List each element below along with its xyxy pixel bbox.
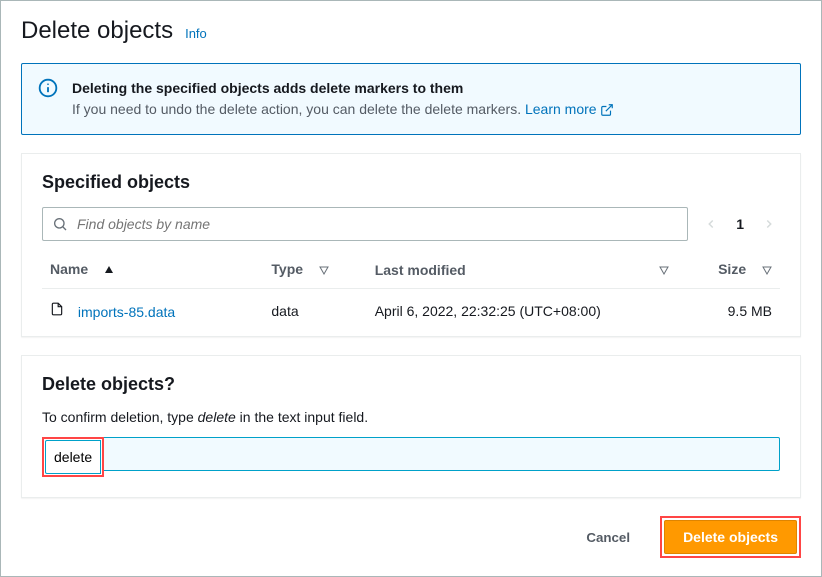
confirm-input-extension[interactable] (104, 437, 780, 471)
cell-type: data (263, 289, 366, 333)
banner-desc: If you need to undo the delete action, y… (72, 99, 614, 120)
banner-title: Deleting the specified objects adds dele… (72, 78, 614, 99)
specified-objects-title: Specified objects (42, 172, 780, 193)
confirm-input[interactable] (45, 440, 101, 474)
chevron-left-icon (704, 217, 718, 231)
col-modified[interactable]: Last modified (367, 251, 677, 289)
learn-more-link[interactable]: Learn more (525, 101, 614, 117)
specified-objects-panel: Specified objects 1 Name (21, 153, 801, 337)
search-row: 1 (42, 207, 780, 241)
banner-desc-text: If you need to undo the delete action, y… (72, 101, 525, 117)
cancel-button[interactable]: Cancel (572, 522, 644, 553)
sort-icon (762, 262, 772, 278)
table-row: imports-85.data data April 6, 2022, 22:3… (42, 289, 780, 333)
info-icon (38, 78, 58, 120)
confirm-input-row (42, 437, 780, 477)
col-type[interactable]: Type (263, 251, 366, 289)
footer: Cancel Delete objects (21, 516, 801, 558)
col-size[interactable]: Size (677, 251, 780, 289)
col-name[interactable]: Name (42, 251, 263, 289)
cell-size: 9.5 MB (677, 289, 780, 333)
info-banner: Deleting the specified objects adds dele… (21, 63, 801, 135)
header: Delete objects Info (21, 17, 801, 45)
objects-table: Name Type Last modified (42, 251, 780, 332)
cell-modified: April 6, 2022, 22:32:25 (UTC+08:00) (367, 289, 677, 333)
page-title: Delete objects (21, 17, 173, 45)
search-box (42, 207, 688, 241)
chevron-right-icon (762, 217, 776, 231)
highlight-box-button: Delete objects (660, 516, 801, 558)
sort-icon (319, 262, 329, 278)
page-number: 1 (736, 216, 744, 232)
confirm-panel: Delete objects? To confirm deletion, typ… (21, 355, 801, 498)
file-icon (50, 301, 64, 320)
table-header-row: Name Type Last modified (42, 251, 780, 289)
search-input[interactable] (42, 207, 688, 241)
confirm-title: Delete objects? (42, 374, 780, 395)
next-page-button[interactable] (758, 213, 780, 235)
highlight-box (42, 437, 104, 477)
object-name-link[interactable]: imports-85.data (78, 304, 175, 320)
confirm-desc: To confirm deletion, type delete in the … (42, 409, 780, 425)
cell-name: imports-85.data (42, 289, 263, 333)
info-link[interactable]: Info (185, 26, 207, 41)
prev-page-button[interactable] (700, 213, 722, 235)
delete-objects-button[interactable]: Delete objects (664, 520, 797, 554)
search-icon (52, 216, 68, 232)
pager: 1 (700, 213, 780, 235)
delete-objects-dialog: Delete objects Info Deleting the specifi… (0, 0, 822, 577)
confirm-keyword: delete (198, 409, 236, 425)
sort-asc-icon (104, 262, 114, 278)
banner-text: Deleting the specified objects adds dele… (72, 78, 614, 120)
sort-icon (659, 262, 669, 278)
